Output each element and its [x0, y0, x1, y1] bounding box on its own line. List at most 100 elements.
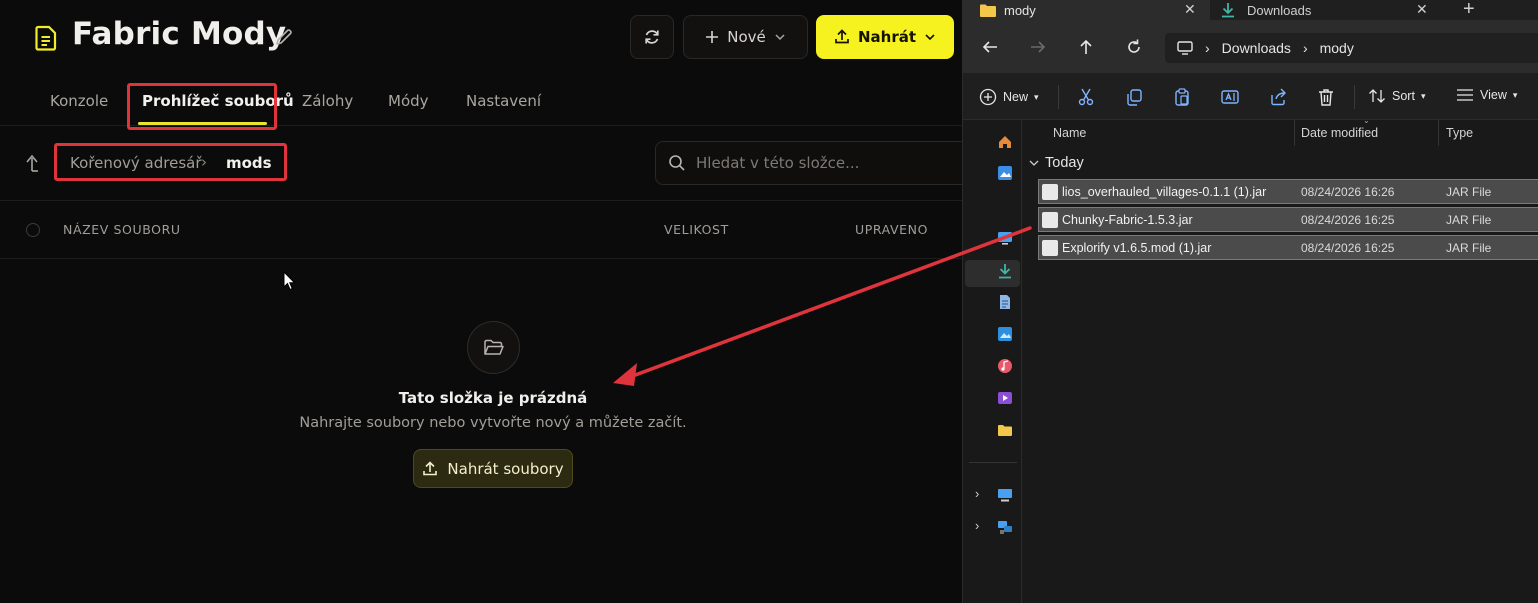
- column-header-size[interactable]: VELIKOST: [664, 222, 729, 237]
- upload-icon: [835, 29, 849, 44]
- plus-circle-icon: [979, 88, 997, 106]
- videos-icon[interactable]: [997, 390, 1013, 406]
- address-segment-downloads[interactable]: Downloads: [1222, 40, 1291, 56]
- tab-console[interactable]: Konzole: [50, 92, 108, 110]
- refresh-button[interactable]: [630, 15, 674, 59]
- upload-icon: [423, 460, 438, 475]
- empty-state-title: Tato složka je prázdná: [398, 389, 588, 407]
- pencil-icon[interactable]: [274, 27, 294, 47]
- file-date: 08/24/2026 16:26: [1301, 185, 1395, 199]
- highlight-box-breadcrumb: [54, 143, 287, 181]
- gallery-icon[interactable]: [997, 165, 1013, 181]
- table-header: NÁZEV SOUBORU VELIKOST UPRAVENO: [0, 200, 962, 259]
- file-row[interactable]: Chunky-Fabric-1.5.3.jar 08/24/2026 16:25…: [1038, 207, 1538, 232]
- new-menu-button[interactable]: New ▾: [979, 88, 1039, 106]
- explorer-sidebar: › ›: [963, 120, 1022, 603]
- search-box: [655, 141, 962, 185]
- column-header-date[interactable]: Date modified: [1301, 126, 1378, 140]
- new-menu-label: New: [1003, 90, 1029, 104]
- address-separator: ›: [1205, 40, 1210, 56]
- file-row[interactable]: lios_overhauled_villages-0.1.1 (1).jar 0…: [1038, 179, 1538, 204]
- explorer-tab-bar: mody ✕ Downloads ✕ +: [963, 0, 1538, 20]
- file-manager-app: Fabric Mody Nové Nahrát Konzole Prohlíže…: [0, 0, 962, 603]
- downloads-icon[interactable]: [997, 263, 1013, 279]
- address-segment-mody[interactable]: mody: [1320, 40, 1354, 56]
- upload-files-button[interactable]: Nahrát soubory: [413, 449, 573, 488]
- file-name: Explorify v1.6.5.mod (1).jar: [1062, 241, 1212, 255]
- tab-mods[interactable]: Módy: [388, 92, 429, 110]
- view-menu-button[interactable]: View ▾: [1456, 88, 1517, 102]
- address-bar[interactable]: › Downloads › mody: [1165, 33, 1538, 63]
- tab-settings[interactable]: Nastavení: [466, 92, 541, 110]
- column-header-type[interactable]: Type: [1446, 126, 1473, 140]
- sort-menu-button[interactable]: Sort ▾: [1368, 88, 1425, 104]
- file-type: JAR File: [1446, 185, 1492, 199]
- file-name: Chunky-Fabric-1.5.3.jar: [1062, 213, 1193, 227]
- upload-button-label: Nahrát: [857, 28, 917, 46]
- file-name: lios_overhauled_villages-0.1.1 (1).jar: [1062, 185, 1267, 199]
- chevron-down-icon: ▾: [1034, 91, 1039, 102]
- this-pc-icon[interactable]: [997, 487, 1013, 503]
- delete-icon[interactable]: [1316, 87, 1336, 107]
- new-button-label: Nové: [727, 28, 766, 46]
- explorer-nav-row: › Downloads › mody: [963, 20, 1538, 73]
- search-icon: [669, 155, 685, 171]
- jar-file-icon: [1042, 240, 1058, 256]
- home-icon[interactable]: [997, 134, 1013, 150]
- search-input[interactable]: [696, 154, 946, 172]
- desktop-icon[interactable]: [997, 230, 1013, 246]
- column-header-modified[interactable]: UPRAVENO: [855, 222, 928, 237]
- new-tab-icon[interactable]: +: [1463, 0, 1475, 21]
- empty-folder-badge: [467, 321, 520, 374]
- chevron-right-icon[interactable]: ›: [975, 486, 979, 501]
- rename-icon[interactable]: [1220, 87, 1240, 107]
- explorer-tab-mody[interactable]: mody ✕: [963, 0, 1210, 20]
- refresh-icon[interactable]: [1125, 38, 1143, 56]
- music-icon[interactable]: [997, 358, 1013, 374]
- divider: [1058, 85, 1059, 109]
- chevron-right-icon[interactable]: ›: [975, 518, 979, 533]
- page-title: Fabric Mody: [72, 16, 287, 52]
- file-date: 08/24/2026 16:25: [1301, 241, 1395, 255]
- close-icon[interactable]: ✕: [1416, 1, 1428, 18]
- tab-backups[interactable]: Zálohy: [302, 92, 353, 110]
- column-header-name[interactable]: NÁZEV SOUBORU: [63, 222, 181, 237]
- jar-file-icon: [1042, 184, 1058, 200]
- back-arrow-icon[interactable]: [981, 38, 999, 56]
- arrow-up-icon[interactable]: [22, 152, 44, 174]
- forward-arrow-icon[interactable]: [1029, 38, 1047, 56]
- chevron-down-icon: [1029, 160, 1039, 166]
- file-type: JAR File: [1446, 213, 1492, 227]
- file-row[interactable]: Explorify v1.6.5.mod (1).jar 08/24/2026 …: [1038, 235, 1538, 260]
- close-icon[interactable]: ✕: [1184, 1, 1196, 18]
- group-header-today[interactable]: Today: [1029, 155, 1084, 171]
- folder-icon[interactable]: [997, 422, 1013, 438]
- new-button[interactable]: Nové: [683, 15, 808, 59]
- file-type: JAR File: [1446, 241, 1492, 255]
- sort-menu-label: Sort: [1392, 89, 1415, 103]
- upload-files-button-label: Nahrát soubory: [447, 459, 564, 478]
- cut-icon[interactable]: [1076, 87, 1096, 107]
- empty-state-subtitle: Nahrajte soubory nebo vytvořte nový a mů…: [299, 415, 687, 431]
- copy-icon[interactable]: [1124, 87, 1144, 107]
- group-label: Today: [1045, 155, 1084, 171]
- column-header-name[interactable]: Name: [1053, 126, 1086, 140]
- share-icon[interactable]: [1268, 87, 1288, 107]
- explorer-tab-downloads[interactable]: Downloads ✕: [1211, 0, 1437, 20]
- explorer-window: mody ✕ Downloads ✕ + › Downloads › mody …: [962, 0, 1538, 603]
- select-all-checkbox[interactable]: [26, 223, 40, 237]
- chevron-down-icon: [925, 34, 935, 41]
- download-icon: [1222, 3, 1234, 18]
- documents-icon[interactable]: [997, 294, 1013, 310]
- network-icon[interactable]: [997, 519, 1013, 535]
- sort-indicator-icon: ⌄: [1363, 116, 1370, 125]
- highlight-box-tab: [127, 83, 277, 130]
- pictures-icon[interactable]: [997, 326, 1013, 342]
- upload-button[interactable]: Nahrát: [816, 15, 954, 59]
- up-arrow-icon[interactable]: [1077, 38, 1095, 56]
- paste-icon[interactable]: [1172, 87, 1192, 107]
- explorer-tab-label: Downloads: [1247, 2, 1312, 18]
- explorer-tab-label: mody: [1004, 2, 1036, 18]
- jar-file-icon: [1042, 212, 1058, 228]
- plus-icon: [706, 31, 719, 43]
